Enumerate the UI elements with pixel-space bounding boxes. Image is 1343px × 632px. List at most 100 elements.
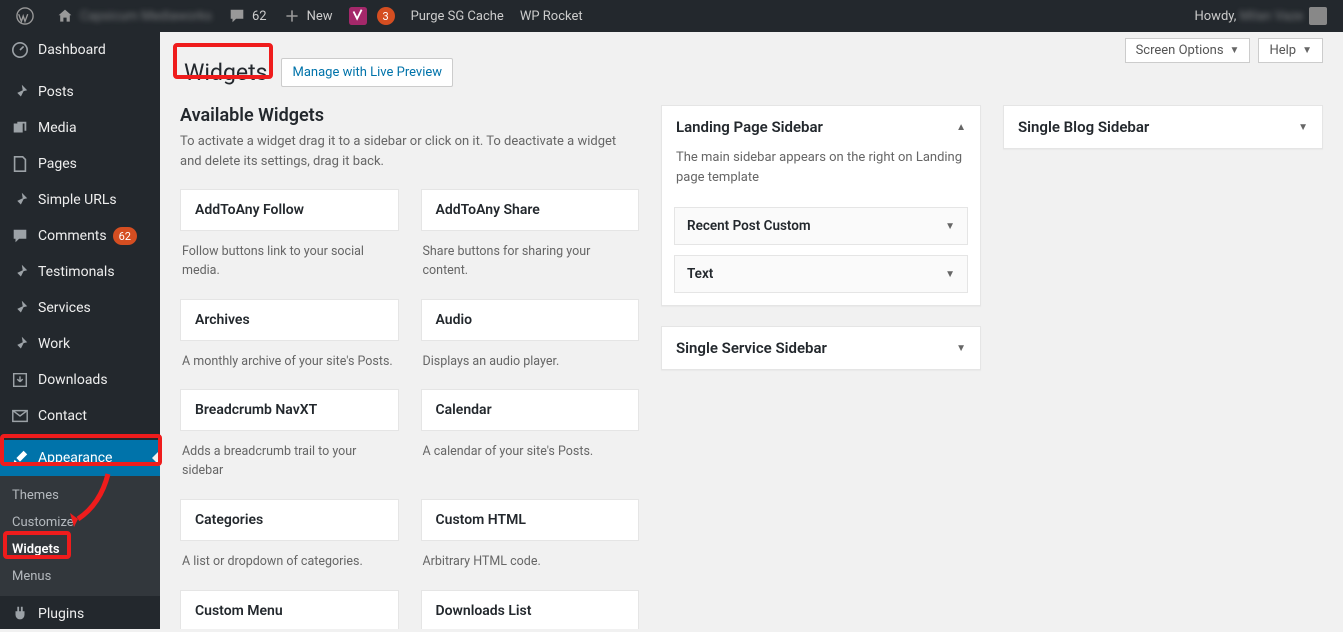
submenu-item-menus[interactable]: Menus: [0, 563, 160, 590]
dashboard-icon: [10, 40, 30, 60]
sidebar-item-label: Testimonals: [38, 264, 115, 280]
sidebar-item-services[interactable]: Services: [0, 290, 160, 326]
widget-name: AddToAny Follow: [195, 202, 304, 218]
available-widget[interactable]: Custom HTML: [421, 499, 640, 541]
sidebar-item-label: Services: [38, 300, 91, 316]
site-name-menu[interactable]: Capsicum Mediaworks: [48, 0, 220, 32]
sidebar-area-landing-page: Landing Page Sidebar ▲ The main sidebar …: [661, 105, 981, 306]
caret-down-icon: ▼: [1230, 45, 1240, 56]
available-widget[interactable]: Breadcrumb NavXT: [180, 389, 399, 431]
available-widget[interactable]: AddToAny Follow: [180, 189, 399, 231]
caret-down-icon: ▼: [945, 269, 955, 280]
comments-count-badge: 62: [113, 227, 137, 245]
sidebar-area-title: Landing Page Sidebar: [676, 118, 823, 136]
user-display-name: Milan Vaze: [1240, 9, 1303, 24]
pin-icon: [10, 334, 30, 354]
sidebar-item-label: Downloads: [38, 372, 108, 388]
speech-bubble-icon: [10, 226, 30, 246]
available-widget[interactable]: Calendar: [421, 389, 640, 431]
widget-name: Custom Menu: [195, 603, 283, 619]
sidebar-area-desc: The main sidebar appears on the right on…: [662, 148, 980, 197]
sidebar-item-comments[interactable]: Comments 62: [0, 218, 160, 254]
comments-menu[interactable]: 62: [220, 0, 275, 32]
caret-down-icon: ▼: [945, 221, 955, 232]
sidebar-areas-column-1: Landing Page Sidebar ▲ The main sidebar …: [661, 105, 981, 390]
sidebar-area-header[interactable]: Landing Page Sidebar ▲: [662, 106, 980, 148]
admin-toolbar: Capsicum Mediaworks 62 New 3 Purge SG Ca…: [0, 0, 1343, 32]
placed-widget[interactable]: Text ▼: [674, 255, 968, 293]
yoast-icon: [349, 7, 367, 25]
sidebar-areas-column-2: Single Blog Sidebar ▼: [1003, 105, 1323, 169]
page-title: Widgets: [180, 59, 271, 86]
widget-desc: A list or dropdown of categories.: [180, 551, 399, 572]
widget-desc: Displays an audio player.: [421, 351, 640, 372]
sidebar-item-media[interactable]: Media: [0, 110, 160, 146]
submenu-label: Menus: [12, 569, 51, 584]
sidebar-item-contact[interactable]: Contact: [0, 398, 160, 434]
help-button[interactable]: Help ▼: [1258, 38, 1323, 63]
purge-label: Purge SG Cache: [411, 9, 504, 24]
pin-icon: [10, 190, 30, 210]
sidebar-area-header[interactable]: Single Blog Sidebar ▼: [1004, 106, 1322, 148]
admin-sidebar: Dashboard Posts Media Pages Simple URLs …: [0, 32, 160, 629]
caret-down-icon: ▼: [1302, 45, 1312, 56]
help-label: Help: [1269, 43, 1296, 58]
site-name-label: Capsicum Mediaworks: [80, 9, 212, 24]
screen-options-label: Screen Options: [1136, 43, 1224, 58]
sidebar-area-title: Single Service Sidebar: [676, 339, 827, 357]
yoast-menu[interactable]: 3: [341, 0, 403, 32]
avatar: [1309, 7, 1327, 25]
available-widget[interactable]: Custom Menu: [180, 590, 399, 630]
available-widget[interactable]: Downloads List: [421, 590, 640, 630]
purge-cache-button[interactable]: Purge SG Cache: [403, 0, 512, 32]
sidebar-area-single-service: Single Service Sidebar ▼: [661, 326, 981, 370]
pin-icon: [10, 82, 30, 102]
sidebar-item-dashboard[interactable]: Dashboard: [0, 32, 160, 68]
submenu-label: Customize: [12, 515, 74, 530]
sidebar-item-downloads[interactable]: Downloads: [0, 362, 160, 398]
available-widget[interactable]: Archives: [180, 299, 399, 341]
widget-name: Archives: [195, 312, 250, 328]
sidebar-item-label: Simple URLs: [38, 192, 117, 208]
widget-name: Categories: [195, 512, 263, 528]
sidebar-area-body[interactable]: Recent Post Custom ▼ Text ▼: [662, 207, 980, 305]
manage-live-preview-link[interactable]: Manage with Live Preview: [281, 58, 453, 87]
widget-desc: A monthly archive of your site's Posts.: [180, 351, 399, 372]
placed-widget-name: Text: [687, 266, 713, 282]
sidebar-item-pages[interactable]: Pages: [0, 146, 160, 182]
new-label: New: [307, 9, 333, 24]
widget-name: Calendar: [436, 402, 492, 418]
wprocket-label: WP Rocket: [520, 9, 583, 24]
available-widgets-panel: Available Widgets To activate a widget d…: [180, 105, 639, 629]
submenu-item-customize[interactable]: Customize: [0, 509, 160, 536]
sidebar-item-plugins[interactable]: Plugins: [0, 596, 160, 632]
caret-up-icon: ▲: [956, 122, 966, 133]
widget-desc: Share buttons for sharing your content.: [421, 241, 640, 281]
page-icon: [10, 154, 30, 174]
wp-rocket-menu[interactable]: WP Rocket: [512, 0, 591, 32]
sidebar-area-header[interactable]: Single Service Sidebar ▼: [662, 327, 980, 369]
updates-badge: 3: [377, 7, 395, 25]
sidebar-area-title: Single Blog Sidebar: [1018, 118, 1149, 136]
sidebar-item-testimonials[interactable]: Testimonals: [0, 254, 160, 290]
available-widget[interactable]: Audio: [421, 299, 640, 341]
available-widget[interactable]: AddToAny Share: [421, 189, 640, 231]
plug-icon: [10, 604, 30, 624]
submenu-item-widgets[interactable]: Widgets: [0, 536, 160, 563]
appearance-submenu: Themes Customize Widgets Menus: [0, 476, 160, 596]
available-widget[interactable]: Categories: [180, 499, 399, 541]
current-marker-icon: [152, 450, 160, 466]
sidebar-item-simple-urls[interactable]: Simple URLs: [0, 182, 160, 218]
wp-logo-menu[interactable]: [8, 0, 48, 32]
caret-down-icon: ▼: [956, 343, 966, 354]
new-content-menu[interactable]: New: [275, 0, 341, 32]
widget-name: Audio: [436, 312, 473, 328]
placed-widget[interactable]: Recent Post Custom ▼: [674, 207, 968, 245]
account-menu[interactable]: Howdy, Milan Vaze: [1186, 0, 1335, 32]
sidebar-item-posts[interactable]: Posts: [0, 74, 160, 110]
screen-options-button[interactable]: Screen Options ▼: [1125, 38, 1251, 63]
sidebar-item-appearance[interactable]: Appearance: [0, 440, 160, 476]
submenu-item-themes[interactable]: Themes: [0, 482, 160, 509]
wordpress-icon: [16, 7, 34, 25]
sidebar-item-work[interactable]: Work: [0, 326, 160, 362]
